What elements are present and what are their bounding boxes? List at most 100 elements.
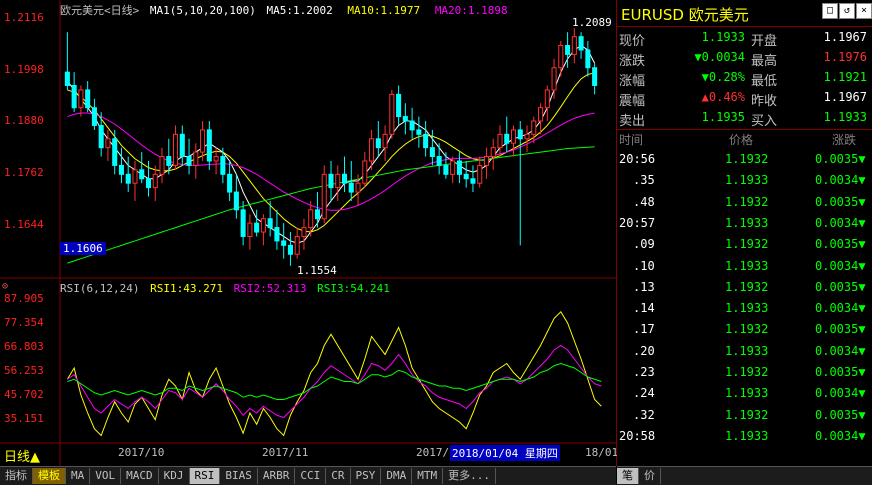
rsi-tick: 35.151 <box>4 412 44 425</box>
chart-title: 欧元美元<日线> <box>60 4 140 17</box>
indicator-dot-icon[interactable]: ⊙ <box>2 281 8 292</box>
tick-row: .14 1.1933 0.0034▼ <box>617 299 872 320</box>
candle <box>206 121 212 170</box>
indicator-tab[interactable]: RSI <box>189 468 221 484</box>
candle <box>497 125 503 157</box>
tick-price: 1.1932 <box>725 365 769 379</box>
candle-body <box>132 169 138 184</box>
candle-body <box>281 240 287 246</box>
chart-area[interactable]: 欧元美元<日线> MA1(5,10,20,100) MA5:1.2002 MA1… <box>0 0 618 466</box>
quote-symbol: EURUSD <box>621 6 684 24</box>
indicator-tab[interactable]: ARBR <box>258 468 296 484</box>
candle-body <box>118 164 124 175</box>
candle-body <box>173 133 179 166</box>
refresh-icon[interactable]: ↺ <box>839 3 855 19</box>
tick-change: 0.0035▼ <box>815 152 866 166</box>
indicator-tab[interactable]: PSY <box>351 468 382 484</box>
candle-body <box>585 49 591 69</box>
candle <box>429 129 435 166</box>
quote-header: EURUSD 欧元美元 <box>621 4 749 25</box>
candle-body <box>139 169 145 180</box>
candle <box>524 125 530 153</box>
candle-body <box>436 156 442 166</box>
indicator-tab[interactable]: 指标 <box>0 468 33 484</box>
candle <box>91 98 97 130</box>
price-chart-svg[interactable] <box>0 0 616 466</box>
candle <box>450 156 456 184</box>
quote-label: 涨幅 <box>619 74 646 89</box>
candle-body <box>382 133 388 149</box>
candle-body <box>247 222 253 237</box>
tick-change: 0.0035▼ <box>815 237 866 252</box>
candle <box>436 143 442 175</box>
candle <box>85 81 91 113</box>
candle-body <box>64 71 70 86</box>
tick-row: .23 1.1932 0.0035▼ <box>617 363 872 384</box>
rsi-line-rsi3 <box>67 362 602 400</box>
tick-price: 1.1933 <box>725 215 769 230</box>
quote-label: 最低 <box>751 74 778 89</box>
rsi1-value: RSI1:43.271 <box>150 282 223 295</box>
tick-change: 0.0035▼ <box>815 365 866 379</box>
candle <box>531 116 537 144</box>
candle <box>186 138 192 175</box>
close-icon[interactable]: × <box>856 3 872 19</box>
candle <box>409 107 415 139</box>
right-tab[interactable]: 笔 <box>617 468 639 484</box>
indicator-tab[interactable]: CCI <box>295 468 327 484</box>
candle <box>585 41 591 77</box>
candle-body <box>362 160 368 184</box>
candle-body <box>477 164 483 184</box>
candle <box>179 125 185 166</box>
candle <box>152 165 158 201</box>
current-price-tag: 1.1606 <box>60 242 106 255</box>
candle <box>538 103 544 135</box>
indicator-tab[interactable]: MA <box>66 468 91 484</box>
tick-row: .24 1.1933 0.0034▼ <box>617 384 872 405</box>
candle-body <box>578 36 584 51</box>
candle <box>294 227 300 259</box>
candle-body <box>565 45 571 55</box>
indicator-tab[interactable]: 模板 <box>33 468 66 484</box>
ticks-header-price: 价格 <box>729 133 754 147</box>
indicator-tab[interactable]: MACD <box>121 468 159 484</box>
candle-body <box>402 116 408 122</box>
period-button[interactable]: 日线▲ <box>4 446 40 465</box>
quote-value: 1.1933 <box>823 110 867 124</box>
tick-time: .48 <box>633 194 655 209</box>
candle <box>328 160 334 201</box>
indicator-tab[interactable]: VOL <box>90 468 122 484</box>
quote-value: ▼0.0034 <box>694 50 745 64</box>
window-restore-icon[interactable]: □ <box>822 3 838 19</box>
indicator-tab[interactable]: 更多... <box>443 468 496 484</box>
tick-price: 1.1933 <box>725 258 769 273</box>
candle <box>396 85 402 126</box>
candle-body <box>301 227 307 237</box>
indicator-tab[interactable]: DMA <box>381 468 413 484</box>
candle-body <box>71 84 77 109</box>
candle <box>402 103 408 135</box>
candle <box>483 147 489 179</box>
candle-body <box>227 173 233 193</box>
candle-body <box>91 107 97 126</box>
indicator-tab[interactable]: MTM <box>412 468 444 484</box>
price-tick: 1.1644 <box>4 218 44 231</box>
tick-row: .35 1.1933 0.0034▼ <box>617 171 872 192</box>
indicator-tab[interactable]: BIAS <box>220 468 258 484</box>
candle <box>287 232 293 266</box>
tick-price: 1.1932 <box>725 237 769 252</box>
indicator-tab[interactable]: KDJ <box>159 468 190 484</box>
candle-body <box>145 178 152 189</box>
candle-body <box>571 36 577 55</box>
tick-change: 0.0034▼ <box>815 386 866 401</box>
indicator-tab[interactable]: CR <box>326 468 351 484</box>
tick-time: .23 <box>633 365 655 379</box>
candle <box>274 209 280 250</box>
candle <box>301 218 307 250</box>
quote-label: 开盘 <box>751 34 778 49</box>
right-tab[interactable]: 价 <box>639 468 661 484</box>
candle <box>544 85 550 122</box>
tick-row: 20:57 1.1933 0.0034▼ <box>617 214 872 235</box>
candle-body <box>321 173 327 220</box>
tick-time: .20 <box>633 343 655 358</box>
